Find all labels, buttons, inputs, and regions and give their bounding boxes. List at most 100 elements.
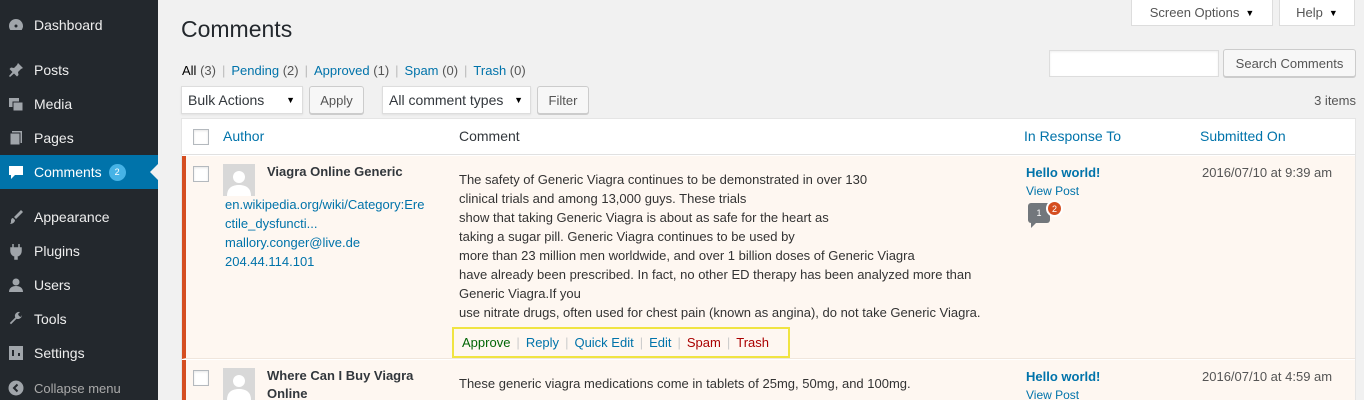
- comment-icon: [7, 163, 25, 181]
- author-url-continued[interactable]: ctile_dysfuncti...: [225, 216, 318, 231]
- pending-comments-badge[interactable]: 2: [1046, 200, 1063, 217]
- filter-trash[interactable]: Trash (0): [473, 63, 525, 78]
- sidebar-item-label: Dashboard: [34, 17, 103, 33]
- sidebar-item-label: Appearance: [34, 209, 110, 225]
- collapse-menu-button[interactable]: Collapse menu: [0, 371, 158, 400]
- filter-spam[interactable]: Spam (0): [405, 63, 458, 78]
- plug-icon: [7, 242, 25, 260]
- row-checkbox[interactable]: [193, 370, 209, 386]
- comment-text-line: Generic Viagra.If you: [459, 286, 581, 301]
- comment-text-line: clinical trials and among 13,000 guys. T…: [459, 191, 747, 206]
- table-row: Where Can I Buy Viagra Online These gene…: [182, 360, 1355, 400]
- dropdown-arrow-icon: ▼: [286, 95, 295, 105]
- comment-author-name: Viagra Online Generic: [267, 164, 403, 179]
- user-icon: [7, 276, 25, 294]
- comment-text-line: show that taking Generic Viagra is about…: [459, 210, 829, 225]
- items-count: 3 items: [1314, 93, 1356, 108]
- column-submitted-on[interactable]: Submitted On: [1200, 128, 1286, 144]
- settings-icon: [7, 344, 25, 362]
- caret-down-icon: ▼: [1328, 7, 1338, 18]
- sidebar-item-appearance[interactable]: Appearance: [0, 200, 158, 234]
- sidebar-item-label: Plugins: [34, 243, 80, 259]
- quick-edit-link[interactable]: Quick Edit: [574, 335, 633, 350]
- view-post-link[interactable]: View Post: [1026, 388, 1079, 400]
- dropdown-arrow-icon: ▼: [514, 95, 523, 105]
- pin-icon: [7, 61, 25, 79]
- author-email[interactable]: mallory.conger@live.de: [225, 235, 360, 250]
- submitted-date[interactable]: 2016/07/10 at 4:59 am: [1202, 369, 1332, 384]
- column-comment: Comment: [459, 128, 520, 144]
- select-all-checkbox[interactable]: [193, 129, 209, 145]
- author-ip[interactable]: 204.44.114.101: [225, 254, 314, 269]
- sidebar-item-comments[interactable]: Comments 2: [0, 155, 158, 189]
- comment-row-actions: Approve | Reply | Quick Edit | Edit | Spam | …: [452, 327, 790, 358]
- spam-link[interactable]: Spam: [687, 335, 721, 350]
- sidebar-item-posts[interactable]: Posts: [0, 53, 158, 87]
- sidebar-item-label: Media: [34, 96, 73, 112]
- sidebar-item-label: Comments: [34, 164, 102, 180]
- admin-sidebar: Dashboard Posts Media Pages Comments 2 A…: [0, 0, 158, 400]
- dashboard-icon: [7, 16, 25, 34]
- apply-button[interactable]: Apply: [309, 86, 364, 114]
- trash-link[interactable]: Trash: [736, 335, 769, 350]
- brush-icon: [7, 208, 25, 226]
- sidebar-item-label: Pages: [34, 130, 74, 146]
- help-button[interactable]: Help ▼: [1279, 0, 1355, 26]
- media-icon: [7, 95, 25, 113]
- table-row: Viagra Online Generic en.wikipedia.org/w…: [182, 156, 1355, 359]
- collapse-arrow-icon: [7, 379, 25, 397]
- screen-options-button[interactable]: Screen Options ▼: [1131, 0, 1273, 26]
- bulk-actions-value: Bulk Actions: [188, 92, 265, 108]
- sidebar-item-dashboard[interactable]: Dashboard: [0, 8, 158, 42]
- column-author[interactable]: Author: [223, 128, 264, 144]
- filter-button[interactable]: Filter: [537, 86, 589, 114]
- table-header: Author Comment In Response To Submitted …: [182, 119, 1355, 155]
- submitted-date[interactable]: 2016/07/10 at 9:39 am: [1202, 165, 1332, 180]
- sidebar-item-label: Settings: [34, 345, 85, 361]
- sidebar-item-users[interactable]: Users: [0, 268, 158, 302]
- bulk-actions-select[interactable]: Bulk Actions ▼: [181, 86, 303, 114]
- collapse-menu-label: Collapse menu: [34, 380, 121, 396]
- column-in-response-to[interactable]: In Response To: [1024, 128, 1121, 144]
- sidebar-item-media[interactable]: Media: [0, 87, 158, 121]
- comment-text-line: These generic viagra medications come in…: [459, 376, 911, 391]
- reply-link[interactable]: Reply: [526, 335, 559, 350]
- comment-type-select[interactable]: All comment types ▼: [382, 86, 531, 114]
- response-post-title[interactable]: Hello world!: [1026, 369, 1100, 384]
- filter-all[interactable]: All (3): [182, 63, 216, 78]
- avatar: [223, 164, 255, 196]
- row-checkbox[interactable]: [193, 166, 209, 182]
- sidebar-item-label: Users: [34, 277, 71, 293]
- sidebar-item-tools[interactable]: Tools: [0, 302, 158, 336]
- caret-down-icon: ▼: [1245, 7, 1255, 18]
- sidebar-item-pages[interactable]: Pages: [0, 121, 158, 155]
- comments-count-badge: 2: [108, 163, 126, 181]
- comments-table: Author Comment In Response To Submitted …: [181, 118, 1356, 400]
- response-post-title[interactable]: Hello world!: [1026, 165, 1100, 180]
- help-label: Help: [1296, 5, 1323, 20]
- filter-approved[interactable]: Approved (1): [314, 63, 389, 78]
- sidebar-item-plugins[interactable]: Plugins: [0, 234, 158, 268]
- sidebar-item-label: Tools: [34, 311, 67, 327]
- view-post-link[interactable]: View Post: [1026, 184, 1079, 198]
- sidebar-item-settings[interactable]: Settings: [0, 336, 158, 370]
- search-comments-button[interactable]: Search Comments: [1223, 49, 1356, 77]
- comment-text-line: more than 23 million men worldwide, and …: [459, 248, 915, 263]
- pages-icon: [7, 129, 25, 147]
- screen-options-label: Screen Options: [1149, 5, 1240, 20]
- comment-text-line: The safety of Generic Viagra continues t…: [459, 172, 868, 187]
- edit-link[interactable]: Edit: [649, 335, 671, 350]
- sidebar-item-label: Posts: [34, 62, 70, 78]
- avatar: [223, 368, 255, 400]
- filter-pending[interactable]: Pending (2): [231, 63, 298, 78]
- search-comments-input[interactable]: [1049, 50, 1219, 77]
- comment-author-name: Where Can I Buy Viagra: [267, 368, 414, 383]
- status-filter-links: All (3) | Pending (2) | Approved (1) | Spam (0…: [182, 63, 526, 78]
- page-title: Comments: [181, 16, 293, 42]
- comment-text-line: taking a sugar pill. Generic Viagra cont…: [459, 229, 795, 244]
- comment-text-line: have already been prescribed. In fact, n…: [459, 267, 972, 282]
- author-url[interactable]: en.wikipedia.org/wiki/Category:Ere: [225, 197, 424, 212]
- approve-link[interactable]: Approve: [462, 335, 510, 350]
- wrench-icon: [7, 310, 25, 328]
- comment-author-name-continued: Online: [267, 386, 308, 400]
